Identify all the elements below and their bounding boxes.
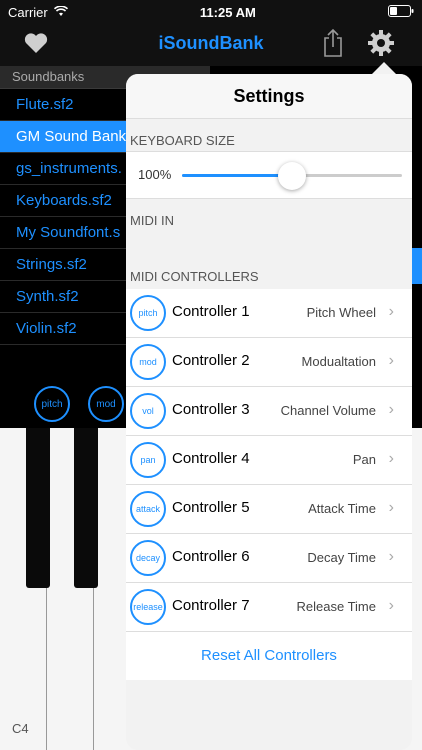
status-time: 11:25 AM: [199, 4, 256, 20]
controller-knob-label: release: [133, 602, 163, 612]
controller-value: Modualtation: [301, 354, 376, 369]
settings-title: Settings: [126, 74, 412, 119]
controller-knob-label: vol: [142, 406, 154, 416]
mod-knob-label: mod: [96, 398, 116, 410]
slider-thumb[interactable]: [278, 162, 306, 190]
controller-value: Decay Time: [307, 550, 376, 565]
pitch-knob[interactable]: pitch: [34, 386, 70, 422]
controller-knob-label: pan: [140, 455, 156, 465]
black-key[interactable]: [74, 428, 98, 588]
controller-knob: release: [130, 589, 166, 625]
controller-knob: decay: [130, 540, 166, 576]
pitch-knob-label: pitch: [41, 398, 63, 410]
navigation-bar: iSoundBank: [0, 24, 422, 66]
controller-knob-label: decay: [135, 553, 161, 563]
carrier-label: Carrier: [8, 4, 48, 20]
popover-arrow: [372, 62, 396, 74]
controller-row[interactable]: mod Controller 2 Modualtation ›: [126, 338, 412, 387]
midi-in-spacer: [126, 231, 412, 265]
keyboard-size-value: 100%: [138, 167, 172, 182]
controller-row[interactable]: pan Controller 4 Pan ›: [126, 436, 412, 485]
controller-value: Pan: [352, 452, 376, 467]
app-title: iSoundBank: [158, 33, 264, 53]
midi-controllers-label: MIDI CONTROLLERS: [130, 269, 259, 284]
octave-label: C4: [12, 721, 29, 736]
controller-name: Controller 2: [172, 352, 250, 369]
chevron-right-icon: ›: [388, 548, 394, 565]
chevron-right-icon: ›: [388, 499, 394, 516]
controller-knob: pan: [130, 442, 166, 478]
status-left: Carrier: [8, 5, 68, 20]
controller-name: Controller 5: [172, 499, 250, 516]
controller-value: Pitch Wheel: [306, 305, 376, 320]
settings-gear-icon[interactable]: [366, 28, 396, 58]
status-bar: Carrier 11:25 AM: [0, 0, 422, 24]
controller-name: Controller 3: [172, 401, 250, 418]
controller-row[interactable]: release Controller 7 Release Time ›: [126, 583, 412, 632]
wifi-icon: [53, 4, 68, 20]
controller-name: Controller 1: [172, 303, 250, 320]
controller-knob: mod: [130, 344, 166, 380]
keyboard-size-row: 100%: [126, 151, 412, 199]
controller-row[interactable]: vol Controller 3 Channel Volume ›: [126, 387, 412, 436]
chevron-right-icon: ›: [388, 401, 394, 418]
controller-value: Attack Time: [308, 501, 376, 516]
controller-knob: attack: [130, 491, 166, 527]
controller-row[interactable]: pitch Controller 1 Pitch Wheel ›: [126, 289, 412, 338]
controller-knob-label: mod: [139, 357, 157, 367]
controller-name: Controller 6: [172, 548, 250, 565]
battery-icon: [388, 4, 414, 20]
keyboard-size-label: KEYBOARD SIZE: [130, 133, 235, 148]
keyboard-size-slider[interactable]: [182, 162, 402, 190]
controller-row[interactable]: decay Controller 6 Decay Time ›: [126, 534, 412, 583]
controller-row[interactable]: attack Controller 5 Attack Time ›: [126, 485, 412, 534]
slider-fill: [182, 174, 292, 177]
chevron-right-icon: ›: [388, 303, 394, 320]
controller-knob: pitch: [130, 295, 166, 331]
controller-name: Controller 7: [172, 597, 250, 614]
settings-popover: Settings KEYBOARD SIZE 100% MIDI IN MIDI…: [126, 74, 412, 750]
share-icon[interactable]: [322, 28, 344, 58]
chevron-right-icon: ›: [388, 352, 394, 369]
controller-knob-label: pitch: [138, 308, 158, 318]
mod-knob[interactable]: mod: [88, 386, 124, 422]
controller-value: Release Time: [296, 599, 376, 614]
controller-name: Controller 4: [172, 450, 250, 467]
midi-in-label: MIDI IN: [130, 213, 175, 228]
chevron-right-icon: ›: [388, 450, 394, 467]
black-key[interactable]: [26, 428, 50, 588]
controller-value: Channel Volume: [280, 403, 376, 418]
reset-all-controllers-button[interactable]: Reset All Controllers: [126, 632, 412, 680]
controller-knob: vol: [130, 393, 166, 429]
controller-knob-label: attack: [135, 504, 160, 514]
chevron-right-icon: ›: [388, 597, 394, 614]
